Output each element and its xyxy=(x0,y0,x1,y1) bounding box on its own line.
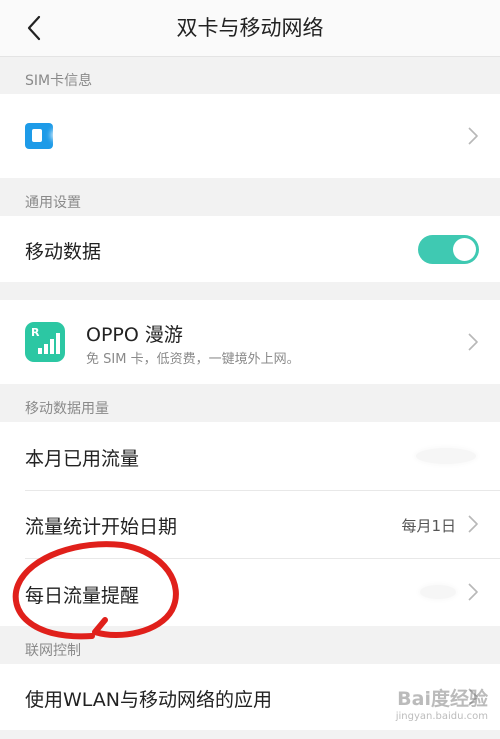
watermark-subtext: jingyan.baidu.com xyxy=(395,711,488,722)
redacted-usage-value xyxy=(416,448,476,464)
section-header-sim: SIM卡信息 xyxy=(25,73,93,89)
stats-start-date-label: 流量统计开始日期 xyxy=(25,516,178,538)
roaming-signal-icon: R xyxy=(25,322,65,362)
sim-card-icon xyxy=(25,123,53,149)
title-bar: 双卡与移动网络 xyxy=(0,0,500,57)
roaming-icon-letter: R xyxy=(31,326,40,339)
redacted-sim-info xyxy=(55,120,235,150)
roaming-title: OPPO 漫游 xyxy=(86,324,183,346)
chevron-right-icon xyxy=(466,581,480,603)
page-title: 双卡与移动网络 xyxy=(176,16,324,40)
stats-start-date-value: 每月1日 xyxy=(401,517,456,535)
chevron-left-icon xyxy=(27,15,41,41)
watermark-text: Bai度经验 xyxy=(397,688,488,710)
usage-list: 本月已用流量 流量统计开始日期 每月1日 每日流量提醒 xyxy=(0,422,500,626)
section-header-usage: 移动数据用量 xyxy=(25,401,109,417)
mobile-data-toggle[interactable] xyxy=(418,235,479,264)
list-item-monthly-usage[interactable]: 本月已用流量 xyxy=(0,422,500,490)
monthly-usage-label: 本月已用流量 xyxy=(25,448,140,470)
chevron-right-icon xyxy=(466,513,480,535)
back-button[interactable] xyxy=(14,8,54,48)
mobile-data-label: 移动数据 xyxy=(25,241,102,263)
sim-card-row[interactable] xyxy=(0,94,500,178)
daily-reminder-label: 每日流量提醒 xyxy=(25,585,140,607)
list-item-daily-reminder[interactable]: 每日流量提醒 xyxy=(0,559,500,626)
roaming-subtitle: 免 SIM 卡，低资费，一键境外上网。 xyxy=(86,352,300,367)
redacted-reminder-value xyxy=(420,585,456,599)
network-apps-label: 使用WLAN与移动网络的应用 xyxy=(25,689,273,711)
mobile-data-row: 移动数据 xyxy=(0,216,500,282)
oppo-roaming-row[interactable]: R OPPO 漫游 免 SIM 卡，低资费，一键境外上网。 xyxy=(0,300,500,384)
toggle-knob xyxy=(453,238,476,261)
section-header-network: 联网控制 xyxy=(25,643,81,659)
list-item-stats-start-date[interactable]: 流量统计开始日期 每月1日 xyxy=(0,491,500,558)
baidu-watermark: Bai度经验 jingyan.baidu.com xyxy=(396,684,488,722)
chevron-right-icon xyxy=(466,331,480,353)
chevron-right-icon xyxy=(466,125,480,147)
section-header-general: 通用设置 xyxy=(25,195,81,211)
